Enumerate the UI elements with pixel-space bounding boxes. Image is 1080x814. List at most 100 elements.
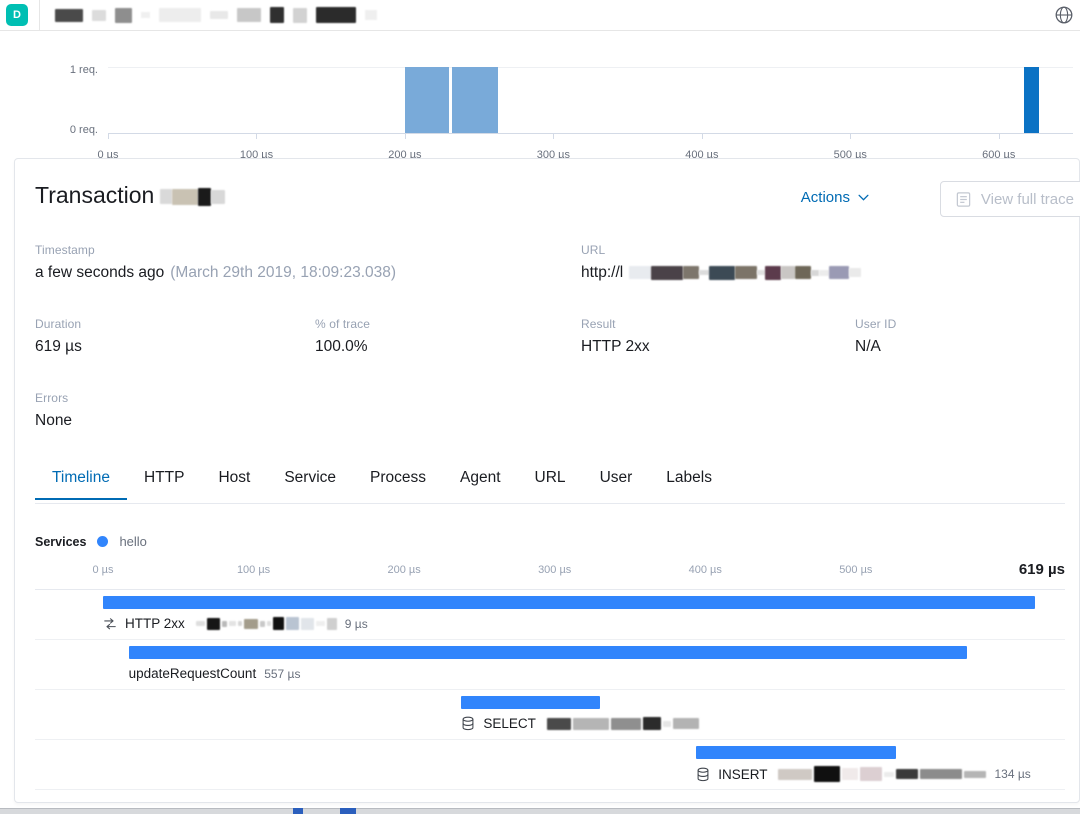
field-duration-value: 619 µs bbox=[35, 338, 82, 355]
waterfall-span-duration: 557 µs bbox=[264, 666, 301, 681]
field-result: Result HTTP 2xx bbox=[581, 317, 650, 356]
document-icon bbox=[956, 191, 971, 207]
waterfall-bar[interactable] bbox=[103, 596, 1035, 609]
topbar-redacted-nav bbox=[55, 7, 377, 23]
waterfall-bar[interactable] bbox=[696, 746, 897, 759]
service-name[interactable]: hello bbox=[119, 534, 146, 549]
field-timestamp-label: Timestamp bbox=[35, 243, 95, 257]
field-result-value: HTTP 2xx bbox=[581, 338, 650, 355]
tab-labels[interactable]: Labels bbox=[649, 463, 729, 499]
field-percent-of-trace-label: % of trace bbox=[315, 317, 371, 331]
waterfall-span-label[interactable]: INSERT 134 µs bbox=[696, 766, 1031, 782]
field-user-id-value: N/A bbox=[855, 338, 881, 355]
latency-distribution-chart[interactable]: 1 req. 0 req. 0 µs 100 µs 200 µs 300 µs 400 … bbox=[0, 31, 1080, 161]
chart-plot-area[interactable] bbox=[108, 67, 1073, 134]
redacted-block bbox=[159, 8, 201, 22]
tab-agent[interactable]: Agent bbox=[443, 463, 518, 499]
waterfall-tick-label: 0 µs bbox=[92, 564, 114, 576]
actions-menu-button[interactable]: Actions bbox=[801, 189, 869, 206]
redacted-block bbox=[115, 7, 132, 23]
waterfall-row-track: INSERT 134 µs bbox=[103, 740, 1035, 789]
field-timestamp-value: a few seconds ago (March 29th 2019, 18:0… bbox=[35, 264, 396, 282]
tab-timeline[interactable]: Timeline bbox=[35, 463, 127, 500]
waterfall-span-name: HTTP 2xx bbox=[125, 616, 185, 631]
waterfall-span-label[interactable]: SELECT bbox=[461, 716, 699, 731]
waterfall-span-name: SELECT bbox=[483, 716, 536, 731]
redacted-text bbox=[195, 617, 337, 630]
field-url-redacted bbox=[629, 264, 862, 282]
waterfall-tick-label: 300 µs bbox=[538, 564, 572, 576]
topbar-divider bbox=[39, 0, 40, 31]
metadata-row-3: Errors None bbox=[35, 391, 1065, 465]
field-duration: Duration 619 µs bbox=[35, 317, 82, 356]
chart-bar[interactable] bbox=[404, 67, 450, 133]
field-timestamp-absolute: (March 29th 2019, 18:09:23.038) bbox=[170, 264, 397, 281]
waterfall-tick-label: 400 µs bbox=[688, 564, 722, 576]
redacted-block bbox=[316, 7, 356, 23]
chart-tick-mark bbox=[701, 134, 703, 139]
field-errors-label: Errors bbox=[35, 391, 69, 405]
waterfall-total-duration: 619 µs bbox=[1018, 561, 1065, 578]
chart-bar[interactable] bbox=[1024, 67, 1039, 133]
redacted-block bbox=[270, 7, 284, 23]
chart-tick-mark bbox=[850, 134, 852, 139]
tab-url[interactable]: URL bbox=[518, 463, 583, 499]
waterfall-tick-label: 100 µs bbox=[236, 564, 271, 576]
chart-tick-mark bbox=[998, 134, 1000, 139]
field-user-id: User ID N/A bbox=[855, 317, 896, 356]
waterfall-rows: HTTP 2xx 9 µs updateRequestCount 557 µs SELE… bbox=[35, 590, 1065, 790]
waterfall-row[interactable]: HTTP 2xx 9 µs bbox=[35, 590, 1065, 640]
chart-bar[interactable] bbox=[452, 67, 499, 133]
waterfall-row-track: updateRequestCount 557 µs bbox=[103, 640, 1035, 689]
field-url-value: http://l bbox=[581, 264, 862, 282]
chevron-down-icon bbox=[858, 194, 869, 201]
chart-y-label-min: 0 req. bbox=[69, 124, 98, 136]
field-url: URL http://l bbox=[581, 243, 862, 282]
metadata-row-1: Timestamp a few seconds ago (March 29th … bbox=[35, 243, 1065, 317]
detail-tabs[interactable]: Timeline HTTP Host Service Process Agent URL Us… bbox=[35, 463, 1065, 504]
service-color-dot bbox=[97, 536, 109, 547]
timeline-waterfall: 0 µs 100 µs 200 µs 300 µs 400 µs 500 µs 619 µs… bbox=[35, 559, 1065, 790]
waterfall-span-name: INSERT bbox=[718, 766, 768, 782]
page-title-text: Transaction bbox=[35, 182, 155, 208]
waterfall-span-label[interactable]: HTTP 2xx 9 µs bbox=[103, 616, 368, 631]
globe-icon[interactable] bbox=[1053, 4, 1075, 26]
waterfall-row[interactable]: SELECT bbox=[35, 690, 1065, 740]
waterfall-axis: 0 µs 100 µs 200 µs 300 µs 400 µs 500 µs 619 µs bbox=[35, 559, 1065, 590]
waterfall-row[interactable]: INSERT 134 µs bbox=[35, 740, 1065, 790]
field-user-id-label: User ID bbox=[855, 317, 897, 331]
redacted-block bbox=[210, 11, 228, 19]
services-legend: Services hello bbox=[35, 534, 147, 549]
tab-host[interactable]: Host bbox=[201, 463, 267, 499]
redacted-block bbox=[237, 8, 261, 22]
field-percent-of-trace-value: 100.0% bbox=[315, 338, 368, 355]
redacted-block bbox=[293, 7, 307, 23]
transaction-detail-card: Transaction Actions View full trace Time… bbox=[14, 158, 1080, 803]
waterfall-bar[interactable] bbox=[128, 646, 968, 659]
chart-tick-mark bbox=[404, 134, 406, 139]
page-title: Transaction bbox=[35, 182, 226, 209]
field-url-text: http://l bbox=[581, 264, 624, 281]
waterfall-span-duration: 134 µs bbox=[994, 767, 1031, 781]
waterfall-row[interactable]: updateRequestCount 557 µs bbox=[35, 640, 1065, 690]
field-duration-label: Duration bbox=[35, 317, 82, 331]
tab-http[interactable]: HTTP bbox=[127, 463, 201, 499]
transaction-icon bbox=[104, 617, 116, 629]
waterfall-tick-label: 200 µs bbox=[387, 564, 421, 576]
waterfall-bar[interactable] bbox=[461, 696, 600, 709]
metadata-row-2: Duration 619 µs % of trace 100.0% Result… bbox=[35, 317, 1065, 391]
actions-label: Actions bbox=[800, 189, 850, 206]
chart-tick-mark bbox=[256, 134, 258, 139]
tab-process[interactable]: Process bbox=[353, 463, 443, 499]
app-logo[interactable]: D bbox=[6, 4, 28, 26]
view-full-trace-button[interactable]: View full trace bbox=[939, 181, 1080, 217]
field-timestamp-relative: a few seconds ago bbox=[35, 264, 165, 281]
waterfall-tick-label: 500 µs bbox=[839, 564, 873, 576]
field-url-label: URL bbox=[581, 243, 606, 257]
redacted-block bbox=[365, 10, 377, 20]
chart-y-label-max: 1 req. bbox=[69, 64, 98, 76]
waterfall-span-label[interactable]: updateRequestCount 557 µs bbox=[129, 666, 301, 681]
tab-service[interactable]: Service bbox=[267, 463, 353, 499]
tab-user[interactable]: User bbox=[583, 463, 650, 499]
view-full-trace-label: View full trace bbox=[980, 190, 1074, 208]
